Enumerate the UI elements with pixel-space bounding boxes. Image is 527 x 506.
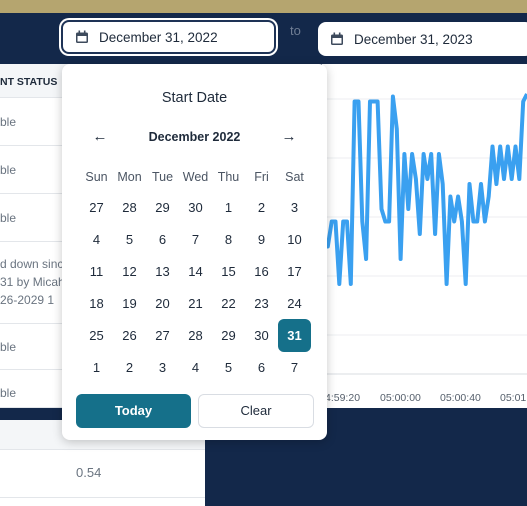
table-cell: 26-2029 1 bbox=[0, 293, 55, 307]
calendar-day[interactable]: 8 bbox=[212, 223, 245, 256]
table-row[interactable]: d down sinc 31 by Micah 26-2029 1 bbox=[0, 242, 70, 324]
calendar-day[interactable]: 11 bbox=[80, 255, 113, 288]
calendar-day[interactable]: 14 bbox=[179, 255, 212, 288]
x-tick-label: 05:00:40 bbox=[440, 392, 481, 404]
calendar-day[interactable]: 30 bbox=[245, 319, 278, 352]
weekday-header: Sat bbox=[285, 170, 304, 184]
calendar-day[interactable]: 16 bbox=[245, 255, 278, 288]
calendar-day[interactable]: 19 bbox=[113, 287, 146, 320]
calendar-icon bbox=[76, 30, 88, 43]
x-tick-label: 4:59:20 bbox=[325, 392, 361, 404]
table-cell: d down sinc bbox=[0, 257, 64, 271]
table-row[interactable]: ble bbox=[0, 370, 70, 408]
status-column-header: NT STATUS bbox=[0, 64, 70, 98]
calendar-day[interactable]: 4 bbox=[80, 223, 113, 256]
calendar-day[interactable]: 2 bbox=[245, 191, 278, 224]
calendar-day[interactable]: 12 bbox=[113, 255, 146, 288]
top-accent-bar bbox=[0, 0, 527, 13]
table-row[interactable]: ble bbox=[0, 194, 70, 242]
calendar-day[interactable]: 2 bbox=[113, 351, 146, 384]
table-row[interactable]: ble bbox=[0, 146, 70, 194]
calendar-day[interactable]: 5 bbox=[212, 351, 245, 384]
table-cell: ble bbox=[0, 340, 17, 354]
end-date-input[interactable]: December 31, 2023 bbox=[318, 22, 527, 56]
weekday-header: Tue bbox=[151, 170, 174, 184]
table-cell: ble bbox=[0, 163, 17, 177]
calendar-day[interactable]: 5 bbox=[113, 223, 146, 256]
x-tick-label: 05:01: bbox=[500, 392, 527, 404]
table-cell: ble bbox=[0, 115, 17, 129]
calendar-icon bbox=[331, 32, 343, 45]
calendar-day[interactable]: 23 bbox=[245, 287, 278, 320]
arrow-right-icon: → bbox=[281, 128, 297, 145]
clear-button[interactable]: Clear bbox=[198, 394, 314, 428]
end-date-value: December 31, 2023 bbox=[354, 31, 473, 47]
table-row[interactable]: ble bbox=[0, 324, 70, 370]
calendar-day[interactable]: 29 bbox=[146, 191, 179, 224]
today-button[interactable]: Today bbox=[76, 394, 191, 428]
calendar-day[interactable]: 28 bbox=[113, 191, 146, 224]
calendar-day[interactable]: 10 bbox=[278, 223, 311, 256]
calendar-day[interactable]: 27 bbox=[80, 191, 113, 224]
calendar-day[interactable]: 1 bbox=[80, 351, 113, 384]
chart-series-line bbox=[324, 93, 527, 286]
calendar-day[interactable]: 7 bbox=[179, 223, 212, 256]
calendar-day-selected[interactable]: 31 bbox=[278, 319, 311, 352]
calendar-day[interactable]: 17 bbox=[278, 255, 311, 288]
weekday-header: Mon bbox=[117, 170, 142, 184]
calendar-day[interactable]: 3 bbox=[146, 351, 179, 384]
x-tick-label: 05:00:00 bbox=[380, 392, 421, 404]
start-date-value: December 31, 2022 bbox=[99, 29, 218, 45]
table-cell: ble bbox=[0, 211, 17, 225]
calendar-day[interactable]: 24 bbox=[278, 287, 311, 320]
lower-table-value: 0.54 bbox=[76, 465, 102, 480]
calendar-day[interactable]: 7 bbox=[278, 351, 311, 384]
calendar-day[interactable]: 22 bbox=[212, 287, 245, 320]
calendar-day[interactable]: 20 bbox=[146, 287, 179, 320]
calendar-day[interactable]: 6 bbox=[245, 351, 278, 384]
status-table: NT STATUS ble ble ble d down sinc 31 by … bbox=[0, 64, 70, 408]
row-divider bbox=[0, 497, 205, 498]
table-cell: ble bbox=[0, 386, 17, 400]
calendar-day[interactable]: 30 bbox=[179, 191, 212, 224]
weekday-header: Thu bbox=[217, 170, 240, 184]
next-month-button[interactable]: → bbox=[277, 128, 301, 146]
weekday-header: Fri bbox=[254, 170, 269, 184]
start-date-picker: Start Date ← December 2022 → Sun Mon Tue… bbox=[62, 64, 327, 440]
calendar-day[interactable]: 26 bbox=[113, 319, 146, 352]
weekday-header: Wed bbox=[182, 170, 209, 184]
date-range-separator: to bbox=[290, 23, 301, 38]
calendar-day[interactable]: 1 bbox=[212, 191, 245, 224]
calendar-day[interactable]: 4 bbox=[179, 351, 212, 384]
calendar-day[interactable]: 21 bbox=[179, 287, 212, 320]
line-chart bbox=[322, 93, 527, 375]
table-row[interactable]: ble bbox=[0, 98, 70, 146]
calendar-day[interactable]: 27 bbox=[146, 319, 179, 352]
calendar-day[interactable]: 15 bbox=[212, 255, 245, 288]
calendar-day[interactable]: 6 bbox=[146, 223, 179, 256]
calendar-day[interactable]: 25 bbox=[80, 319, 113, 352]
calendar-day[interactable]: 13 bbox=[146, 255, 179, 288]
chart-panel bbox=[322, 64, 527, 408]
calendar-day[interactable]: 18 bbox=[80, 287, 113, 320]
picker-title: Start Date bbox=[161, 90, 228, 106]
start-date-input[interactable]: December 31, 2022 bbox=[61, 20, 276, 54]
table-cell: 31 by Micah bbox=[0, 275, 65, 289]
calendar-day[interactable]: 9 bbox=[245, 223, 278, 256]
weekday-header: Sun bbox=[85, 170, 108, 184]
calendar-day[interactable]: 29 bbox=[212, 319, 245, 352]
calendar-day[interactable]: 28 bbox=[179, 319, 212, 352]
calendar-day[interactable]: 3 bbox=[278, 191, 311, 224]
